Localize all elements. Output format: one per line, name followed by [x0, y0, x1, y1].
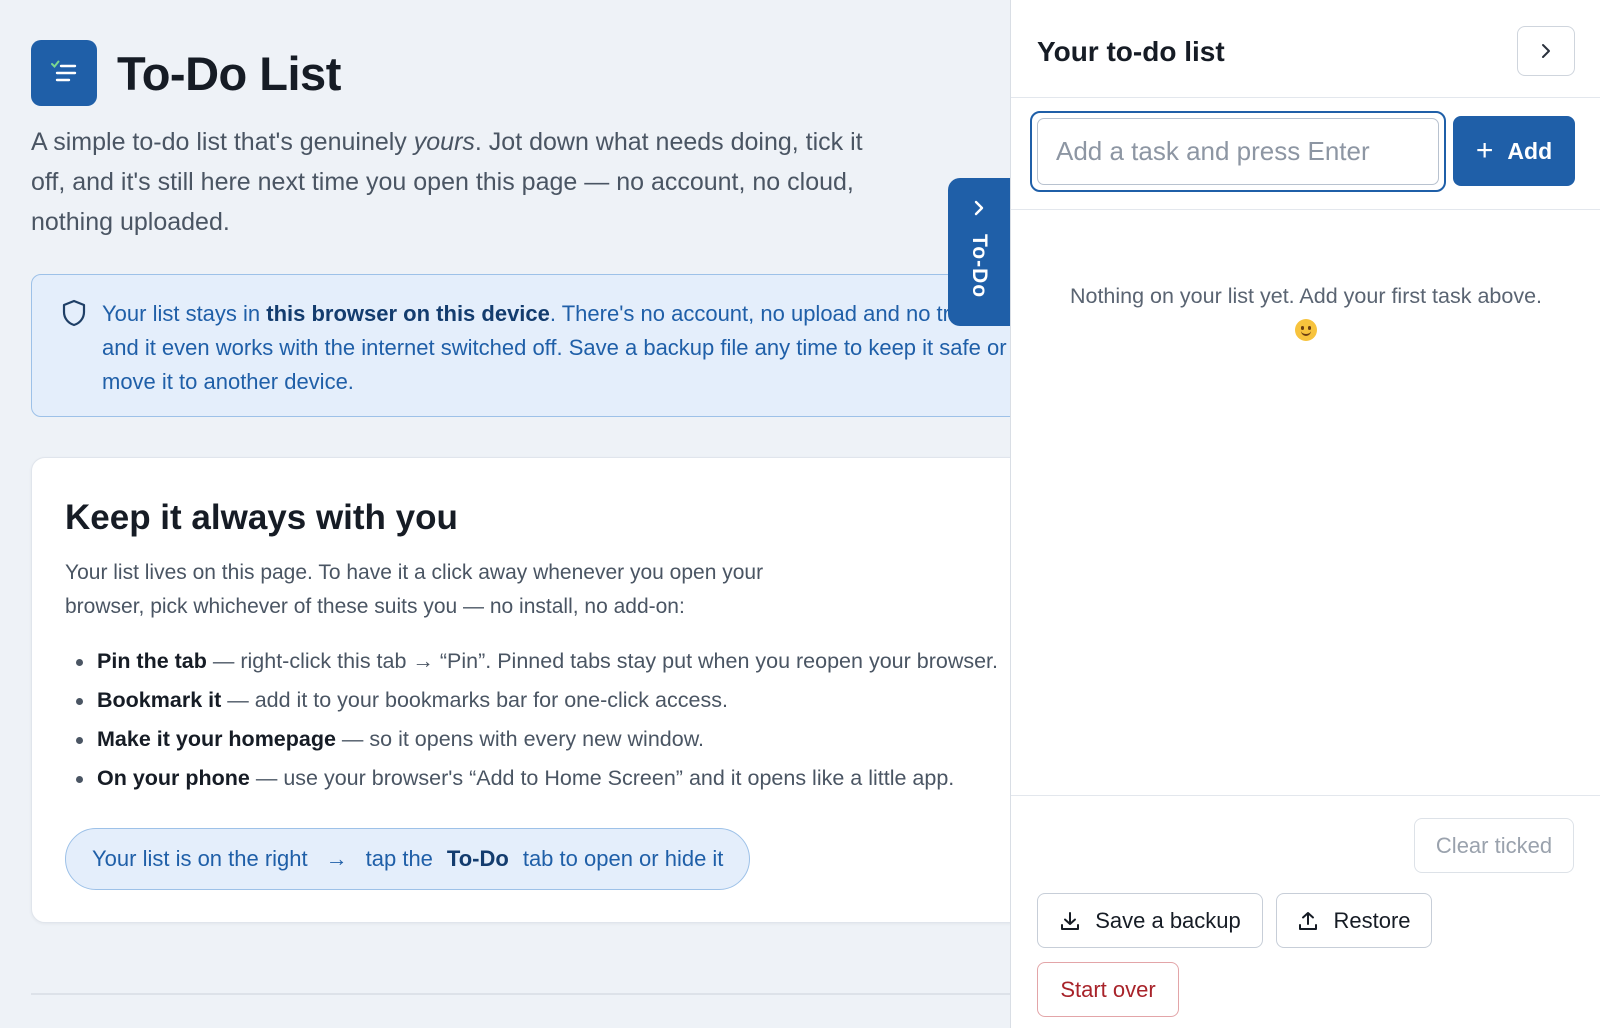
main-content: To-Do List A simple to-do list that's ge…	[31, 40, 1010, 923]
list-item: Make it your homepage — so it opens with…	[65, 720, 997, 759]
page-title: To-Do List	[117, 46, 341, 100]
list-item: Bookmark it — add it to your bookmarks b…	[65, 681, 997, 720]
side-tab-label: To-Do	[968, 234, 991, 299]
footer-divider	[31, 993, 1010, 995]
shield-icon	[62, 299, 86, 327]
add-task-row: + Add	[1011, 98, 1600, 210]
checklist-icon	[51, 60, 77, 82]
app-logo	[31, 40, 97, 106]
plus-icon: +	[1475, 134, 1494, 167]
empty-state: Nothing on your list yet. Add your first…	[1011, 284, 1600, 341]
tips-list: Pin the tab — right-click this tab → “Pi…	[65, 642, 998, 798]
save-backup-button[interactable]: Save a backup	[1037, 893, 1263, 948]
clear-ticked-button[interactable]: Clear ticked	[1414, 818, 1574, 873]
card-description: Your list lives on this page. To have it…	[65, 561, 764, 618]
collapse-panel-button[interactable]	[1517, 26, 1575, 76]
smiley-icon	[1295, 319, 1317, 341]
start-over-button[interactable]: Start over	[1037, 962, 1179, 1017]
notice-text: Your list stays in this browser on this …	[102, 301, 1010, 394]
download-icon	[1061, 911, 1080, 930]
panel-header: Your to-do list	[1011, 0, 1600, 98]
todo-side-tab[interactable]: To-Do	[948, 178, 1010, 326]
panel-footer: Clear ticked Save a backup Restore Start…	[1011, 795, 1600, 1028]
chevron-right-icon	[1542, 44, 1550, 58]
arrow-right-icon: →	[325, 846, 348, 871]
restore-button[interactable]: Restore	[1276, 893, 1432, 948]
privacy-notice: Your list stays in this browser on this …	[31, 274, 1010, 417]
add-task-button[interactable]: + Add	[1453, 116, 1575, 186]
todo-key-label: To-Do	[446, 846, 509, 871]
chevron-right-icon	[974, 200, 984, 216]
task-input-focus-ring	[1030, 111, 1446, 192]
upload-icon	[1299, 911, 1318, 930]
tips-card: Keep it always with you Your list lives …	[31, 457, 1010, 923]
empty-state-text: Nothing on your list yet. Add your first…	[1069, 284, 1543, 308]
task-input[interactable]	[1037, 118, 1439, 185]
intro-text: A simple to-do list that's genuinely you…	[31, 128, 863, 236]
app-header: To-Do List	[31, 40, 1010, 106]
panel-title: Your to-do list	[1037, 36, 1225, 67]
open-tab-hint: Your list is on the right → tap the To-D…	[65, 828, 751, 890]
list-item: On your phone — use your browser's “Add …	[65, 759, 997, 798]
list-item: Pin the tab — right-click this tab → “Pi…	[65, 642, 998, 681]
main-page: To-Do List A simple to-do list that's ge…	[0, 0, 1010, 1028]
todo-panel: Your to-do list + Add Nothing on your li…	[1010, 0, 1600, 1028]
card-title: Keep it always with you	[65, 498, 458, 537]
